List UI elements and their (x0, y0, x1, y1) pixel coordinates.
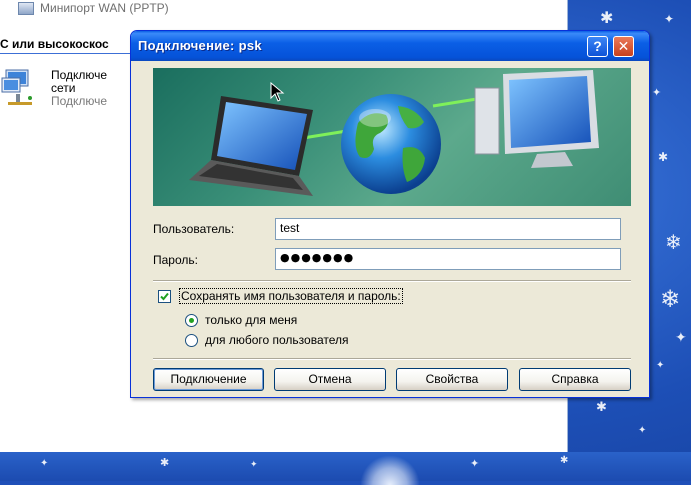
save-credentials-label[interactable]: Сохранять имя пользователя и пароль: (179, 288, 403, 304)
help-title-button[interactable]: ? (587, 36, 608, 57)
radio-only-me-label[interactable]: только для меня (205, 313, 297, 327)
group-header-label: С или высокоскос (0, 37, 109, 51)
network-adapter-icon (18, 1, 34, 15)
banner-illustration (189, 70, 599, 196)
radio-selected-dot (189, 318, 194, 323)
connection-item[interactable]: Подключе сети Подключе (0, 66, 135, 116)
snowflake-icon: ✱ (160, 456, 170, 469)
checkmark-icon (160, 292, 169, 301)
laptop-icon (189, 96, 313, 196)
snowflake-icon: ❄ (660, 285, 681, 313)
wan-miniport-item[interactable]: Минипорт WAN (PPTP) (0, 0, 169, 16)
snowflake-icon: ✱ (560, 455, 569, 466)
close-icon: ✕ (617, 38, 630, 54)
snowflake-icon: ✦ (675, 330, 687, 346)
user-label: Пользователь: (153, 222, 235, 236)
radio-only-me[interactable] (185, 314, 198, 327)
desktop-bottom-strip: ✦ ✱ ✦ ✦ ✱ (0, 452, 691, 481)
save-credentials-checkbox[interactable] (158, 290, 171, 303)
group-header: С или высокоскос (0, 35, 140, 54)
connect-button[interactable]: Подключение (153, 368, 264, 391)
dialog-titlebar[interactable]: Подключение: psk ? ✕ (131, 31, 649, 61)
radio-any-user[interactable] (185, 334, 198, 347)
separator (153, 358, 631, 360)
connection-status: Подключе (51, 94, 108, 108)
snowflake-icon: ✦ (470, 457, 480, 470)
username-input[interactable]: test (275, 218, 621, 240)
mouse-cursor-icon (270, 82, 285, 102)
help-icon: ? (593, 38, 602, 54)
wan-miniport-label: Минипорт WAN (PPTP) (40, 1, 169, 15)
snowflake-icon: ✦ (664, 12, 675, 26)
snowflake-icon: ✦ (250, 460, 258, 470)
globe-icon (341, 94, 441, 194)
connection-banner (153, 68, 631, 206)
radio-any-user-label[interactable]: для любого пользователя (205, 333, 349, 347)
desktop-computer-icon (474, 70, 599, 168)
connect-dialog: Подключение: psk ? ✕ Пользователь: test … (130, 30, 650, 398)
password-input[interactable]: ●●●●●●● (275, 248, 621, 270)
snowflake-icon: ✱ (658, 150, 669, 164)
snowflake-icon: ✦ (638, 425, 647, 436)
close-button[interactable]: ✕ (613, 36, 634, 57)
dialog-title: Подключение: psk (138, 38, 262, 53)
help-button[interactable]: Справка (519, 368, 631, 391)
snowflake-icon: ✦ (656, 360, 665, 371)
snowflake-icon: ❄ (665, 230, 682, 254)
snowflake-icon: ✦ (652, 86, 662, 99)
cancel-button[interactable]: Отмена (274, 368, 386, 391)
properties-button[interactable]: Свойства (396, 368, 508, 391)
snowflake-icon: ✱ (596, 400, 607, 415)
network-connection-icon (1, 69, 32, 105)
password-label: Пароль: (153, 253, 198, 267)
separator (153, 280, 631, 282)
snowflake-icon: ✦ (40, 458, 49, 469)
snowflake-icon: ✱ (600, 8, 614, 27)
